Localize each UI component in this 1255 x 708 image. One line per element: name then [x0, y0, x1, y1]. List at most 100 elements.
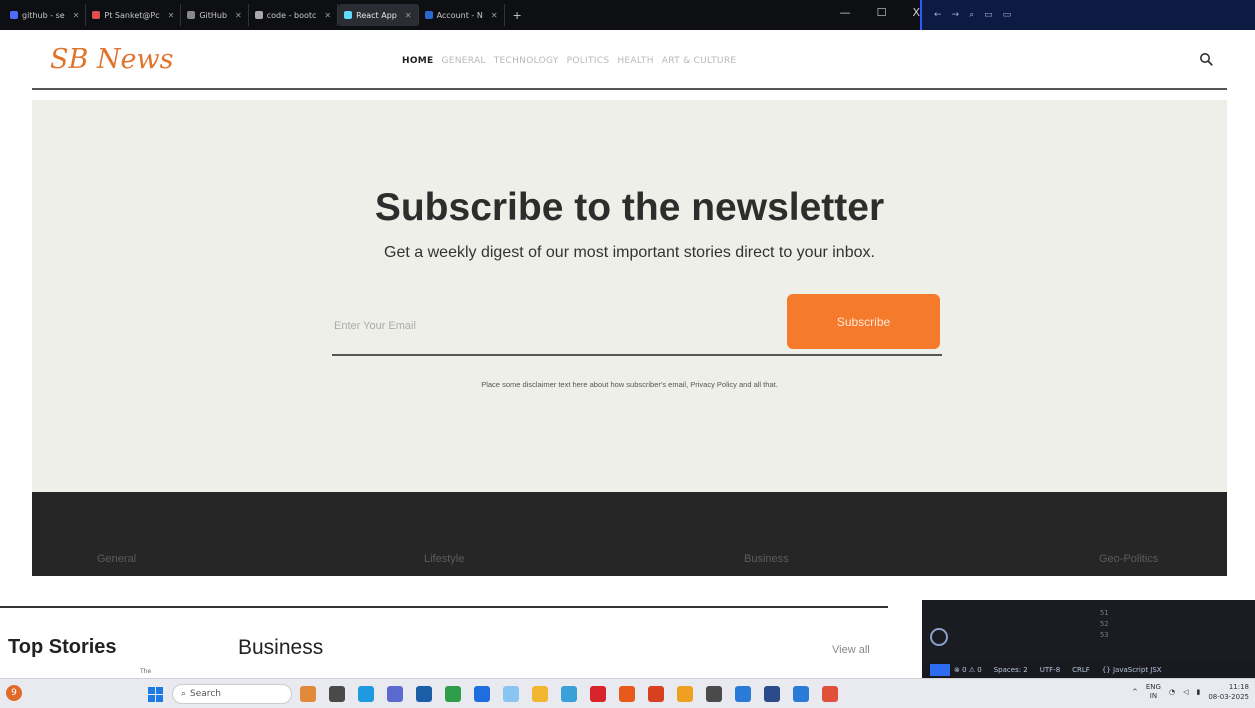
arrow-left-icon[interactable]: ←	[934, 10, 942, 20]
category-geo-politics[interactable]: Geo-Politics	[1099, 553, 1158, 565]
taskbar-app-icon[interactable]	[358, 686, 374, 702]
category-lifestyle[interactable]: Lifestyle	[424, 553, 464, 565]
browser-tab[interactable]: GitHub ✕	[181, 4, 249, 26]
minimize-button[interactable]: —	[840, 6, 851, 19]
nav-link-technology[interactable]: TECHNOLOGY	[494, 56, 559, 66]
problems-indicator[interactable]: ⊗ 0 ⚠ 0	[954, 666, 982, 674]
language-indicator[interactable]: {} JavaScript JSX	[1102, 666, 1162, 674]
language-region: IN	[1149, 692, 1158, 700]
taskbar-app-icon[interactable]	[561, 686, 577, 702]
wifi-icon[interactable]: ◔	[1169, 688, 1175, 696]
window-controls: — ☐ X	[840, 6, 920, 19]
clock-time: 11:18	[1228, 683, 1249, 691]
arrow-right-icon[interactable]: →	[952, 10, 960, 20]
taskbar-app-icon[interactable]	[416, 686, 432, 702]
remote-icon[interactable]	[930, 664, 950, 676]
nav-link-politics[interactable]: POLITICS	[567, 56, 610, 66]
taskbar-app-icon[interactable]	[532, 686, 548, 702]
code-icon	[254, 11, 263, 19]
close-icon[interactable]: ✕	[405, 11, 412, 20]
taskbar-app-icon[interactable]	[677, 686, 693, 702]
story-snippet[interactable]: The	[140, 668, 151, 675]
taskbar-app-icon[interactable]	[387, 686, 403, 702]
system-tray: ^ ENG IN ◔ ◁ ▮ 11:18 08-03-2025	[1132, 682, 1249, 702]
taskbar-app-icon[interactable]	[706, 686, 722, 702]
tab-label: github - se	[22, 10, 65, 20]
category-general[interactable]: General	[97, 553, 136, 565]
taskbar-app-icon[interactable]	[822, 686, 838, 702]
github-icon	[187, 11, 196, 19]
nav-link-home[interactable]: HOME	[402, 56, 434, 66]
search-label: Search	[190, 689, 221, 699]
newsletter-section: Subscribe to the newsletter Get a weekly…	[32, 100, 1227, 492]
line-number: 52	[1100, 620, 1109, 628]
taskbar-app-icon[interactable]	[619, 686, 635, 702]
layout-icon[interactable]: ▭	[984, 10, 993, 20]
gear-icon[interactable]	[930, 628, 948, 646]
newsletter-title: Subscribe to the newsletter	[374, 186, 885, 229]
maximize-button[interactable]: ☐	[877, 6, 887, 19]
tab-label: code - bootc	[266, 10, 317, 20]
taskbar-app-icon[interactable]	[474, 686, 490, 702]
close-icon[interactable]: ✕	[324, 11, 331, 20]
site-icon	[92, 11, 101, 19]
taskbar-app-icon[interactable]	[329, 686, 345, 702]
github-icon	[10, 11, 18, 19]
windows-start-icon[interactable]	[148, 687, 163, 702]
subscribe-button[interactable]: Subscribe	[787, 294, 940, 349]
close-icon[interactable]: ✕	[491, 11, 498, 20]
encoding-indicator[interactable]: UTF-8	[1040, 666, 1060, 674]
view-all-link[interactable]: View all	[832, 644, 870, 656]
category-band: General Lifestyle Business Geo-Politics	[32, 492, 1227, 576]
top-stories-heading: Top Stories	[8, 636, 117, 658]
close-button[interactable]: X	[912, 6, 920, 19]
section-divider	[0, 606, 888, 608]
email-form: Subscribe	[332, 294, 942, 356]
nav-link-general[interactable]: GENERAL	[442, 56, 486, 66]
vscode-status-bar: ⊗ 0 ⚠ 0 Spaces: 2 UTF-8 CRLF {} JavaScri…	[922, 662, 1255, 678]
category-business[interactable]: Business	[744, 553, 789, 565]
business-heading: Business	[238, 636, 324, 659]
browser-tab[interactable]: github - se ✕	[4, 4, 87, 26]
eol-indicator[interactable]: CRLF	[1072, 666, 1090, 674]
taskbar-app-icon[interactable]	[590, 686, 606, 702]
battery-icon[interactable]: ▮	[1196, 688, 1200, 696]
newsletter-description: Get a weekly digest of our most importan…	[384, 244, 875, 261]
taskbar-app-icon[interactable]	[764, 686, 780, 702]
taskbar-app-icon[interactable]	[793, 686, 809, 702]
search-icon[interactable]	[1199, 52, 1213, 66]
chevron-up-icon[interactable]: ^	[1132, 688, 1138, 696]
site-logo[interactable]: SB News	[50, 44, 174, 75]
browser-tab[interactable]: Pt Sanket@Pc ✕	[86, 4, 182, 26]
nav-link-health[interactable]: HEALTH	[617, 56, 653, 66]
vscode-window-fragment: 51 52 53 ⊗ 0 ⚠ 0 Spaces: 2 UTF-8 CRLF {}…	[922, 600, 1255, 678]
close-icon[interactable]: ✕	[168, 11, 175, 20]
new-tab-button[interactable]: +	[505, 9, 530, 22]
taskbar-app-icon[interactable]	[648, 686, 664, 702]
taskbar-app-icon[interactable]	[300, 686, 316, 702]
indent-indicator[interactable]: Spaces: 2	[994, 666, 1028, 674]
search-icon[interactable]: ⌕	[969, 10, 974, 20]
taskbar-search[interactable]: ⌕ Search	[172, 684, 292, 704]
browser-tab-active[interactable]: React App ✕	[338, 4, 419, 26]
tab-label: Account - N	[436, 10, 483, 20]
browser-tab[interactable]: code - bootc ✕	[249, 4, 339, 26]
close-icon[interactable]: ✕	[235, 11, 242, 20]
close-icon[interactable]: ✕	[73, 11, 80, 20]
layout-icon[interactable]: ▭	[1003, 10, 1012, 20]
language-code: ENG	[1145, 683, 1161, 691]
taskbar-app-icon[interactable]	[445, 686, 461, 702]
taskbar-clock[interactable]: 11:18 08-03-2025	[1208, 682, 1249, 702]
taskbar-apps	[300, 686, 838, 702]
tab-label: React App	[356, 10, 397, 20]
email-input[interactable]	[332, 312, 772, 340]
tab-label: GitHub	[199, 10, 228, 20]
browser-tab[interactable]: Account - N ✕	[419, 4, 505, 26]
language-indicator[interactable]: ENG IN	[1146, 683, 1161, 701]
taskbar-app-icon[interactable]	[735, 686, 751, 702]
volume-icon[interactable]: ◁	[1183, 688, 1188, 696]
taskbar-app-icon[interactable]	[503, 686, 519, 702]
nav-links: HOME GENERAL TECHNOLOGY POLITICS HEALTH …	[402, 56, 736, 66]
notification-badge[interactable]: 9	[6, 685, 22, 701]
nav-link-art-culture[interactable]: ART & CULTURE	[662, 56, 737, 66]
